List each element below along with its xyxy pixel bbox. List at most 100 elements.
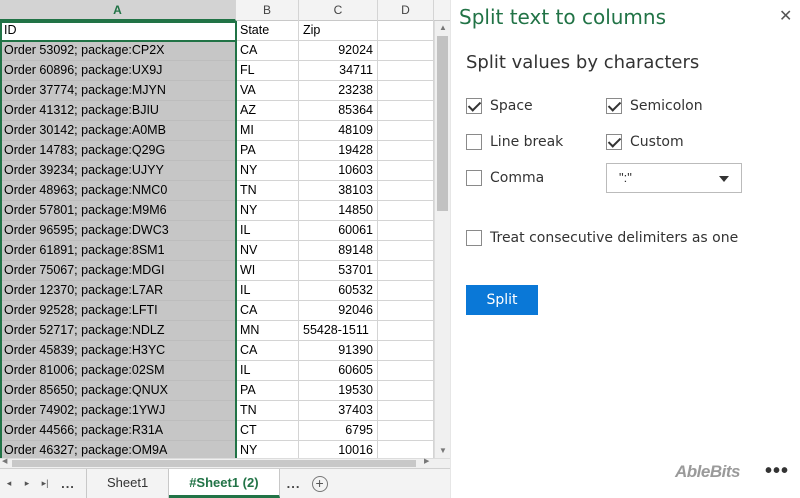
comma-option[interactable]: Comma: [466, 170, 544, 186]
cell-zip[interactable]: 92046: [299, 301, 378, 321]
cell-id[interactable]: Order 96595; package:DWC3: [0, 221, 236, 241]
cell-d[interactable]: [378, 101, 434, 121]
vertical-scrollbar[interactable]: ▲ ▼: [434, 21, 450, 458]
cell-state[interactable]: PA: [236, 381, 299, 401]
cell-state[interactable]: FL: [236, 61, 299, 81]
space-option[interactable]: Space: [466, 98, 533, 114]
cell-id[interactable]: Order 81006; package:02SM: [0, 361, 236, 381]
cell-zip[interactable]: 92024: [299, 41, 378, 61]
cell-state[interactable]: WI: [236, 261, 299, 281]
vertical-scroll-thumb[interactable]: [437, 36, 448, 211]
cell-d[interactable]: [378, 321, 434, 341]
comma-checkbox[interactable]: [466, 170, 482, 186]
tab-next-icon[interactable]: ▸: [18, 478, 36, 489]
cell-zip[interactable]: 60532: [299, 281, 378, 301]
cell-state[interactable]: NY: [236, 201, 299, 221]
cell-state[interactable]: TN: [236, 181, 299, 201]
cell-d[interactable]: [378, 341, 434, 361]
scroll-up-icon[interactable]: ▲: [435, 21, 450, 35]
cell-state[interactable]: CA: [236, 301, 299, 321]
more-options-icon[interactable]: •••: [765, 460, 789, 483]
cell-zip[interactable]: 89148: [299, 241, 378, 261]
line-break-option[interactable]: Line break: [466, 134, 563, 150]
cell-d[interactable]: [378, 141, 434, 161]
cell-state[interactable]: CT: [236, 421, 299, 441]
cell-state[interactable]: IL: [236, 221, 299, 241]
close-icon[interactable]: ✕: [779, 6, 792, 26]
cell-id[interactable]: Order 57801; package:M9M6: [0, 201, 236, 221]
cell-zip[interactable]: 91390: [299, 341, 378, 361]
cell-d[interactable]: [378, 401, 434, 421]
column-header-c[interactable]: C: [299, 0, 378, 21]
cell-zip[interactable]: 55428-1511: [299, 321, 378, 341]
cell-zip[interactable]: 38103: [299, 181, 378, 201]
cell-zip[interactable]: 19530: [299, 381, 378, 401]
scroll-right-icon[interactable]: ▶: [424, 457, 429, 465]
cell-id[interactable]: Order 75067; package:MDGI: [0, 261, 236, 281]
cell-id[interactable]: Order 92528; package:LFTI: [0, 301, 236, 321]
cell-id[interactable]: Order 48963; package:NMC0: [0, 181, 236, 201]
cell-state[interactable]: IL: [236, 281, 299, 301]
cell-state[interactable]: VA: [236, 81, 299, 101]
cell-id[interactable]: Order 61891; package:8SM1: [0, 241, 236, 261]
cell-zip[interactable]: 14850: [299, 201, 378, 221]
tab-prev-icon[interactable]: ◂: [0, 478, 18, 489]
cell-id[interactable]: Order 14783; package:Q29G: [0, 141, 236, 161]
tab-overflow-right-icon[interactable]: ...: [280, 476, 308, 491]
horizontal-scroll-thumb[interactable]: [12, 460, 416, 467]
cell-state[interactable]: IL: [236, 361, 299, 381]
cell-state[interactable]: MN: [236, 321, 299, 341]
space-checkbox[interactable]: [466, 98, 482, 114]
cell-d[interactable]: [378, 281, 434, 301]
tab-sheet1-copy[interactable]: #Sheet1 (2): [169, 469, 280, 498]
cell-zip[interactable]: 34711: [299, 61, 378, 81]
cell-d[interactable]: [378, 201, 434, 221]
line-break-checkbox[interactable]: [466, 134, 482, 150]
cell-state[interactable]: MI: [236, 121, 299, 141]
cell-id[interactable]: Order 12370; package:L7AR: [0, 281, 236, 301]
cell-d[interactable]: [378, 381, 434, 401]
cell-zip[interactable]: 19428: [299, 141, 378, 161]
cell-d[interactable]: [378, 301, 434, 321]
cell-id[interactable]: Order 41312; package:BJIU: [0, 101, 236, 121]
cell-state[interactable]: CA: [236, 41, 299, 61]
horizontal-scrollbar[interactable]: ◀ ▶: [0, 458, 450, 468]
cell-id[interactable]: Order 45839; package:H3YC: [0, 341, 236, 361]
cell-d[interactable]: [378, 181, 434, 201]
custom-checkbox[interactable]: [606, 134, 622, 150]
tab-sheet1[interactable]: Sheet1: [86, 469, 170, 498]
cell-d[interactable]: [378, 61, 434, 81]
cell-zip[interactable]: 6795: [299, 421, 378, 441]
cell-zip[interactable]: 23238: [299, 81, 378, 101]
cell-id[interactable]: Order 74902; package:1YWJ: [0, 401, 236, 421]
add-sheet-icon[interactable]: +: [311, 475, 328, 492]
cell-id[interactable]: Order 30142; package:A0MB: [0, 121, 236, 141]
cell-d[interactable]: [378, 121, 434, 141]
chevron-down-icon[interactable]: [719, 176, 729, 182]
semicolon-option[interactable]: Semicolon: [606, 98, 703, 114]
cell-state[interactable]: PA: [236, 141, 299, 161]
tab-overflow-left-icon[interactable]: ...: [54, 476, 82, 491]
cell-d[interactable]: [378, 361, 434, 381]
cell-id[interactable]: Order 44566; package:R31A: [0, 421, 236, 441]
cell-id[interactable]: Order 39234; package:UJYY: [0, 161, 236, 181]
cell-zip[interactable]: 60061: [299, 221, 378, 241]
consecutive-checkbox[interactable]: [466, 230, 482, 246]
cell-state[interactable]: AZ: [236, 101, 299, 121]
cell-zip[interactable]: 37403: [299, 401, 378, 421]
cell-zip[interactable]: 60605: [299, 361, 378, 381]
cell-d[interactable]: [378, 41, 434, 61]
cell-id[interactable]: Order 53092; package:CP2X: [0, 41, 236, 61]
cell-id[interactable]: Order 52717; package:NDLZ: [0, 321, 236, 341]
cell-id[interactable]: Order 37774; package:MJYN: [0, 81, 236, 101]
cell-zip[interactable]: 48109: [299, 121, 378, 141]
custom-delimiter-dropdown[interactable]: ":": [606, 163, 742, 193]
cell-state[interactable]: NY: [236, 161, 299, 181]
column-header-b[interactable]: B: [236, 0, 299, 21]
consecutive-option[interactable]: Treat consecutive delimiters as one: [466, 230, 738, 246]
cell-id[interactable]: Order 60896; package:UX9J: [0, 61, 236, 81]
cell-d[interactable]: [378, 161, 434, 181]
cell-d[interactable]: [378, 21, 434, 41]
spreadsheet[interactable]: A B C D ID State Zip Order 53092; package:C…: [0, 0, 450, 468]
cell-state[interactable]: State: [236, 21, 299, 41]
